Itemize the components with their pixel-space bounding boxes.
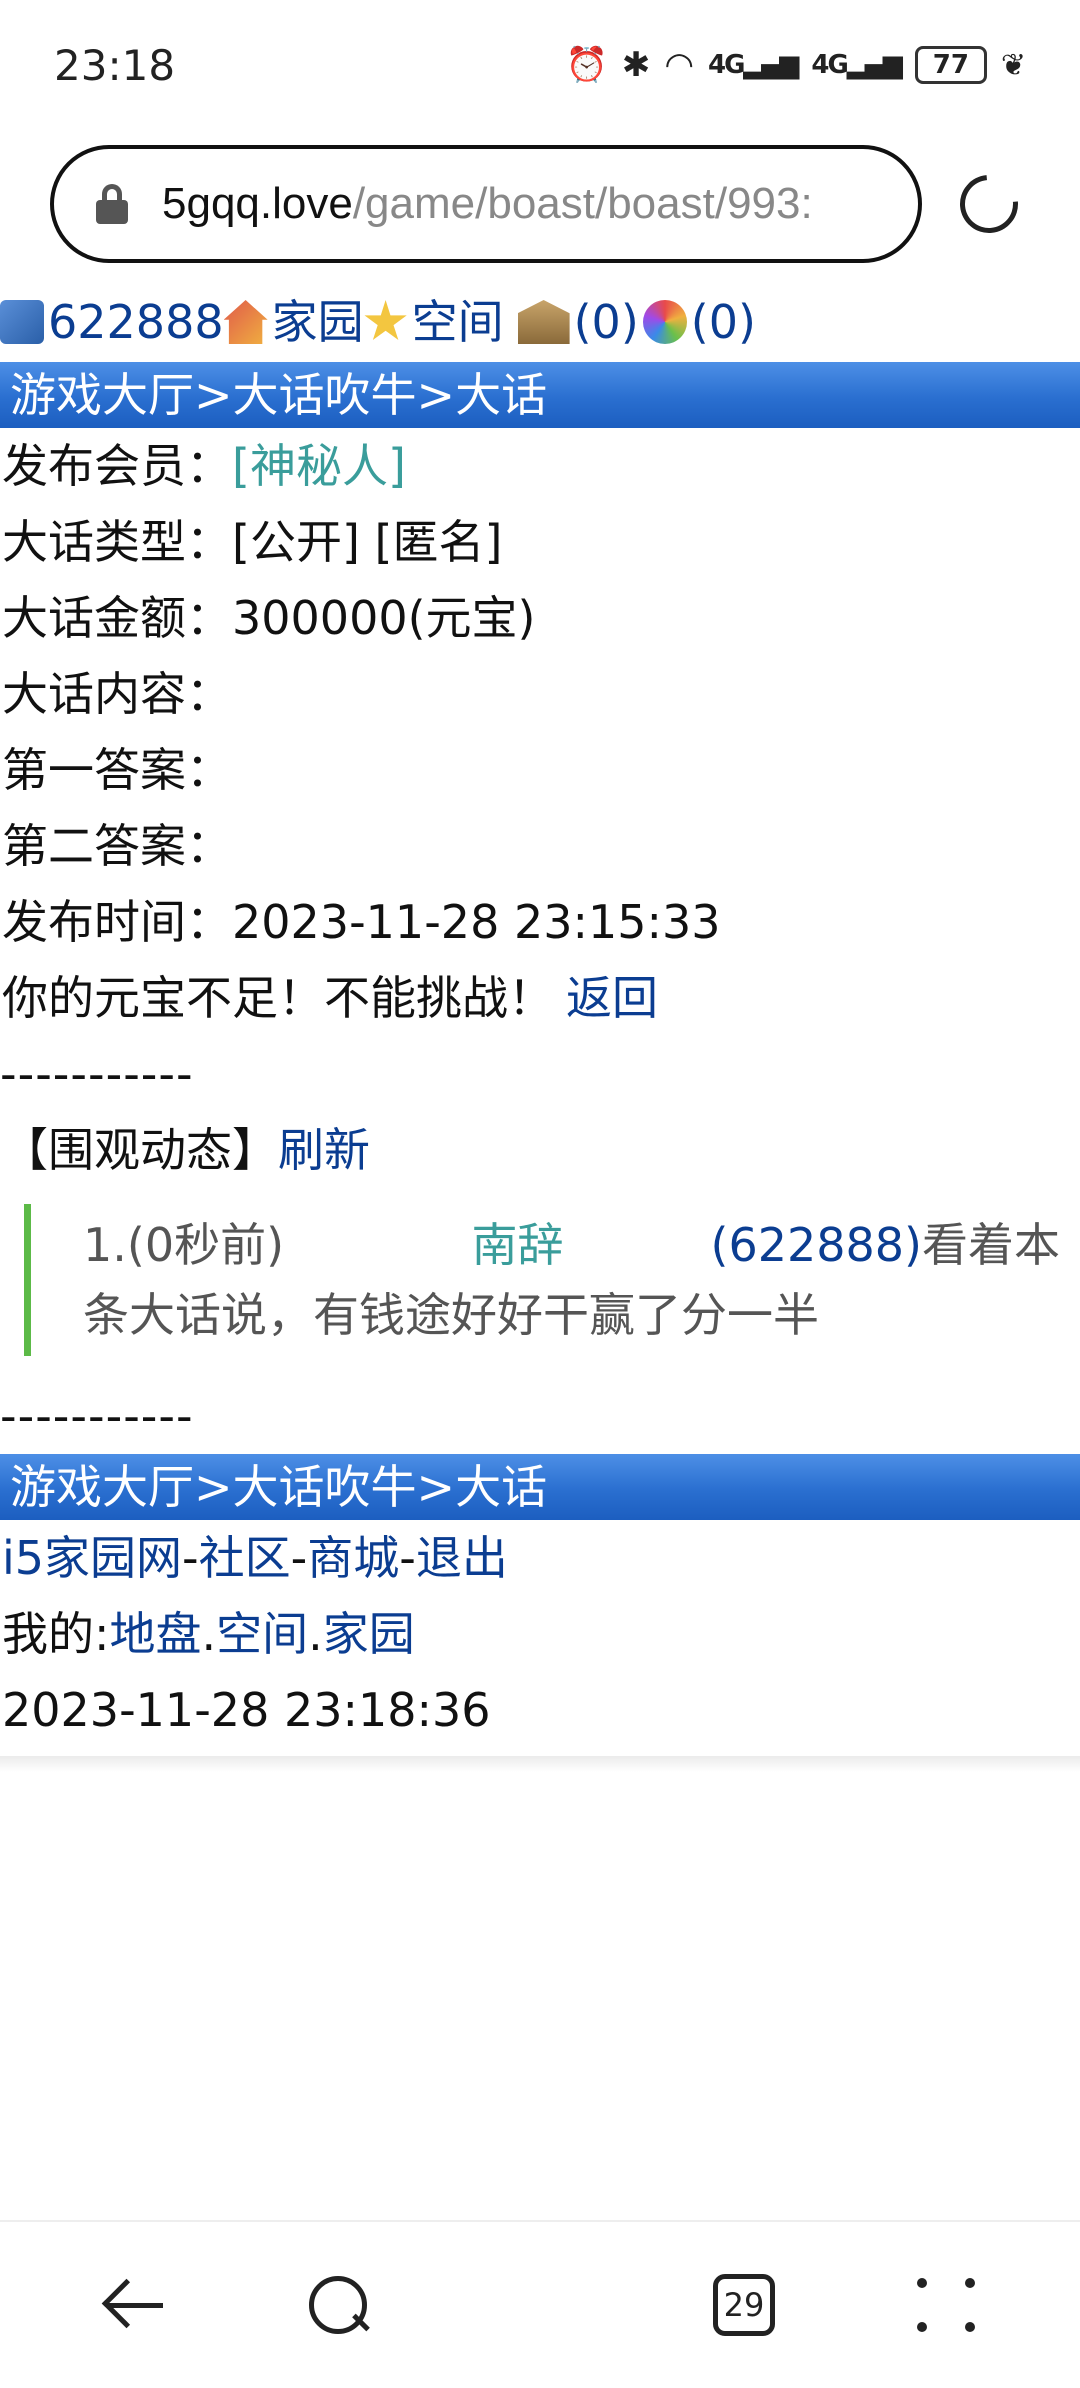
color-count-link[interactable]: (0)	[691, 282, 756, 362]
back-link[interactable]: 返回	[566, 971, 658, 1025]
home-link[interactable]: 家园	[272, 282, 364, 362]
error-message: 你的元宝不足！不能挑战！	[2, 971, 554, 1025]
space-link[interactable]: 空间	[412, 282, 504, 362]
user-icon	[0, 300, 44, 344]
type-row: 大话类型：[公开] [匿名]	[2, 515, 503, 569]
browser-bottom-nav: 29	[0, 2220, 1080, 2388]
status-icons: ⏰ ✱ ◠ 4G▂▄▆ 4G▂▄▆ 77 ❦	[565, 45, 1026, 85]
answer1-row: 第一答案：	[2, 743, 232, 797]
amount-value: 300000(元宝)	[232, 591, 536, 645]
content-end-shadow	[0, 1756, 1080, 1772]
activity-prefix: 1.(0秒前)	[83, 1218, 285, 1272]
signal-icon: 4G▂▄▆	[707, 50, 799, 80]
search-icon[interactable]	[281, 2250, 391, 2360]
content-row: 大话内容：	[2, 667, 232, 721]
page-content: 622888 家园 空间 (0) (0) 游戏大厅>大话吹牛>大话 发布会员：[…	[0, 282, 1080, 1748]
status-time: 23:18	[54, 40, 176, 90]
bluetooth-icon: ✱	[621, 45, 651, 85]
footer-link-home-site[interactable]: i5家园网	[2, 1531, 182, 1585]
activity-text-2: 条大话说，有钱途好好干赢了分一半	[83, 1288, 819, 1342]
footer-timestamp: 2023-11-28 23:18:36	[2, 1683, 491, 1737]
mine-link-space[interactable]: 空间	[216, 1607, 308, 1661]
user-id-link[interactable]: 622888	[48, 282, 224, 362]
breadcrumb-current-bottom: 大话	[455, 1460, 548, 1514]
breadcrumb-boast-bottom[interactable]: 大话吹牛	[233, 1460, 417, 1514]
lock-icon	[92, 184, 132, 224]
url-host: 5gqq.love	[162, 179, 353, 228]
mine-link-territory[interactable]: 地盘	[110, 1607, 202, 1661]
amount-row: 大话金额：300000(元宝)	[2, 591, 536, 645]
activity-header: 【围观动态】刷新	[0, 1112, 1080, 1188]
url-text: 5gqq.love/game/boast/boast/993:	[162, 179, 813, 229]
alarm-icon: ⏰	[565, 45, 608, 85]
home-nav-icon[interactable]	[485, 2250, 595, 2360]
bank-count-link[interactable]: (0)	[574, 282, 639, 362]
activity-user-id[interactable]: (622888)	[711, 1210, 923, 1280]
time-row: 发布时间：2023-11-28 23:15:33	[2, 895, 721, 949]
type-value: [公开] [匿名]	[232, 515, 503, 569]
star-icon	[364, 300, 407, 341]
activity-user-name[interactable]: 南辞	[471, 1210, 710, 1280]
browser-toolbar: 5gqq.love/game/boast/boast/993:	[0, 145, 1080, 265]
publish-time: 2023-11-28 23:15:33	[232, 895, 721, 949]
footer-mine: 我的:地盘.空间.家园	[2, 1607, 415, 1661]
breadcrumb: 游戏大厅>大话吹牛>大话	[0, 362, 1080, 428]
back-arrow-icon[interactable]	[77, 2250, 187, 2360]
footer-link-mall[interactable]: 商城	[307, 1531, 399, 1585]
publisher-value[interactable]: [神秘人]	[232, 439, 406, 493]
reload-icon[interactable]	[948, 163, 1030, 245]
breadcrumb-boast[interactable]: 大话吹牛	[233, 368, 417, 422]
footer-link-community[interactable]: 社区	[199, 1531, 291, 1585]
tabs-icon: 29	[713, 2274, 775, 2336]
breadcrumb-lobby[interactable]: 游戏大厅	[10, 368, 194, 422]
page: 23:18 ⏰ ✱ ◠ 4G▂▄▆ 4G▂▄▆ 77 ❦ 5gqq.love/g…	[0, 0, 1080, 2388]
home-icon	[223, 300, 268, 344]
leaf-icon: ❦	[1000, 47, 1026, 83]
divider: -----------	[0, 1047, 194, 1101]
refresh-link[interactable]: 刷新	[278, 1123, 370, 1177]
top-nav: 622888 家园 空间 (0) (0)	[0, 282, 1080, 362]
publisher-row: 发布会员：[神秘人]	[2, 439, 406, 493]
bank-icon	[517, 300, 570, 344]
status-bar: 23:18 ⏰ ✱ ◠ 4G▂▄▆ 4G▂▄▆ 77 ❦	[0, 0, 1080, 130]
breadcrumb-current: 大话	[455, 368, 548, 422]
error-row: 你的元宝不足！不能挑战！ 返回	[0, 960, 1080, 1036]
activity-title: 【围观动态】	[2, 1123, 278, 1177]
tabs-button[interactable]: 29	[689, 2250, 799, 2360]
color-wheel-icon	[642, 300, 687, 344]
breadcrumb-bottom: 游戏大厅>大话吹牛>大话	[0, 1454, 1080, 1520]
activity-text-1: 看着本	[922, 1218, 1060, 1272]
answer2-row: 第二答案：	[2, 819, 232, 873]
more-menu-icon[interactable]	[893, 2250, 1003, 2360]
wifi-icon: ◠	[664, 45, 694, 85]
divider-2: -----------	[0, 1389, 194, 1443]
url-path: /game/boast/boast/993:	[352, 179, 813, 228]
activity-item: 1.(0秒前) 南辞 (622888) 看着本 条大话说，有钱途好好干赢了分一半	[24, 1204, 1080, 1356]
signal-icon-2: 4G▂▄▆	[811, 50, 902, 80]
battery-icon: 77	[914, 46, 987, 84]
breadcrumb-lobby-bottom[interactable]: 游戏大厅	[10, 1460, 194, 1514]
footer-link-logout[interactable]: 退出	[416, 1531, 508, 1585]
footer-links: i5家园网-社区-商城-退出	[2, 1531, 508, 1585]
address-bar[interactable]: 5gqq.love/game/boast/boast/993:	[50, 145, 922, 263]
mine-link-home[interactable]: 家园	[323, 1607, 415, 1661]
